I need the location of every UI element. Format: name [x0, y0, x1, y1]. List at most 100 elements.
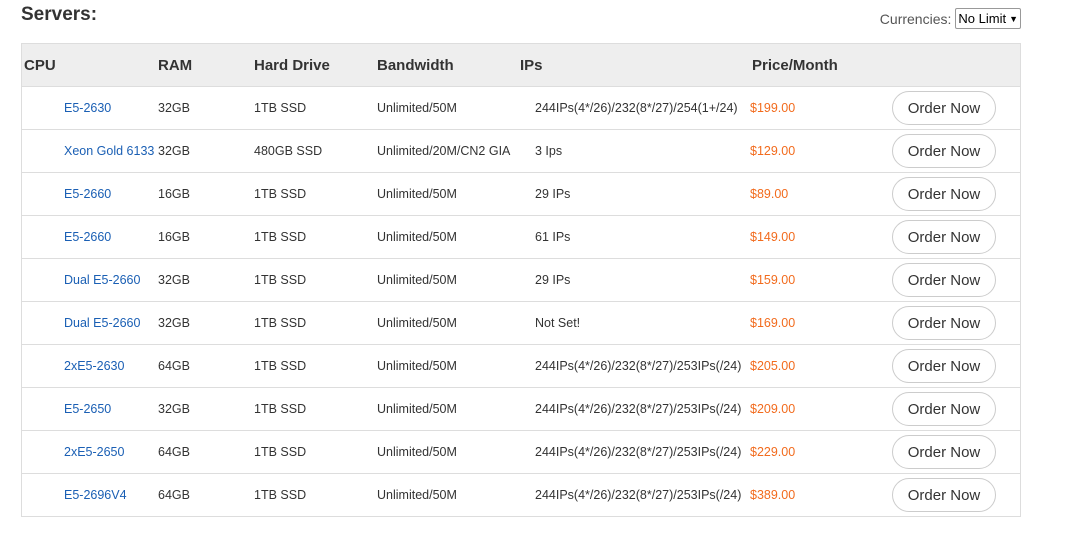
header-bandwidth: Bandwidth	[377, 56, 454, 74]
price-cell: $89.00	[750, 187, 892, 201]
cpu-link[interactable]: E5-2650	[64, 402, 111, 416]
ips-cell: 244IPs(4*/26)/232(8*/27)/253IPs(/24)	[520, 359, 750, 373]
hard-drive-cell-text: 1TB SSD	[254, 488, 307, 502]
bandwidth-cell: Unlimited/50M	[377, 316, 520, 330]
ram-cell: 16GB	[158, 187, 254, 201]
price-cell: $169.00	[750, 316, 892, 330]
order-cell: Order Now	[892, 435, 1020, 469]
price-value: $159.00	[750, 273, 796, 287]
hard-drive-cell: 1TB SSD	[254, 359, 377, 373]
ram-cell-text: 16GB	[158, 187, 190, 201]
cpu-link[interactable]: E5-2660	[64, 187, 111, 201]
bandwidth-cell-text: Unlimited/50M	[377, 273, 457, 287]
table-row: Xeon Gold 6133 32GB 480GB SSD Unlimited/20M…	[22, 129, 1020, 172]
price-cell: $159.00	[750, 273, 892, 287]
chevron-down-icon: ▼	[1009, 13, 1018, 24]
ips-cell: 244IPs(4*/26)/232(8*/27)/253IPs(/24)	[520, 445, 750, 459]
order-cell: Order Now	[892, 91, 1020, 125]
table-header: CPU RAM Hard Drive Bandwidth IPs Price/M…	[22, 44, 1020, 86]
order-now-button[interactable]: Order Now	[892, 306, 996, 340]
ram-cell: 32GB	[158, 144, 254, 158]
ram-cell: 64GB	[158, 445, 254, 459]
ram-cell: 64GB	[158, 359, 254, 373]
order-now-button[interactable]: Order Now	[892, 134, 996, 168]
hard-drive-cell: 1TB SSD	[254, 187, 377, 201]
cpu-cell: 2xE5-2630	[22, 359, 158, 373]
header-ram: RAM	[158, 56, 193, 74]
currency-selected-value: No Limit	[958, 11, 1007, 26]
ram-cell-text: 32GB	[158, 101, 190, 115]
ips-cell: 244IPs(4*/26)/232(8*/27)/254(1+/24)	[520, 101, 750, 115]
cpu-cell: E5-2660	[22, 230, 158, 244]
ram-cell-text: 64GB	[158, 359, 190, 373]
price-cell: $199.00	[750, 101, 892, 115]
cpu-link[interactable]: 2xE5-2650	[64, 445, 124, 459]
ips-cell-text: 244IPs(4*/26)/232(8*/27)/253IPs(/24)	[535, 359, 742, 373]
order-now-button[interactable]: Order Now	[892, 177, 996, 211]
hard-drive-cell-text: 1TB SSD	[254, 273, 307, 287]
table-body: E5-2630 32GB 1TB SSD Unlimited/50M 244IPs(4*…	[22, 86, 1020, 517]
currency-select[interactable]: No Limit ▼	[955, 8, 1021, 29]
price-value: $229.00	[750, 445, 796, 459]
order-cell: Order Now	[892, 177, 1020, 211]
cpu-link[interactable]: Dual E5-2660	[64, 273, 140, 287]
price-cell: $149.00	[750, 230, 892, 244]
hard-drive-cell-text: 1TB SSD	[254, 316, 307, 330]
ips-cell-text: Not Set!	[535, 316, 581, 330]
cpu-link[interactable]: E5-2660	[64, 230, 111, 244]
hard-drive-cell: 1TB SSD	[254, 316, 377, 330]
ips-cell-text: 244IPs(4*/26)/232(8*/27)/253IPs(/24)	[535, 402, 742, 416]
ips-cell: 29 IPs	[520, 273, 750, 287]
bandwidth-cell-text: Unlimited/50M	[377, 402, 457, 416]
order-cell: Order Now	[892, 220, 1020, 254]
price-cell: $229.00	[750, 445, 892, 459]
price-value: $89.00	[750, 187, 789, 201]
cpu-link[interactable]: E5-2630	[64, 101, 111, 115]
hard-drive-cell-text: 1TB SSD	[254, 445, 307, 459]
hard-drive-cell: 1TB SSD	[254, 402, 377, 416]
table-row: 2xE5-2630 64GB 1TB SSD Unlimited/50M 244IPs(…	[22, 344, 1020, 387]
cpu-link[interactable]: E5-2696V4	[64, 488, 127, 502]
cpu-cell: E5-2696V4	[22, 488, 158, 502]
order-now-button[interactable]: Order Now	[892, 392, 996, 426]
order-now-button[interactable]: Order Now	[892, 349, 996, 383]
order-now-button[interactable]: Order Now	[892, 91, 996, 125]
order-now-button[interactable]: Order Now	[892, 478, 996, 512]
ram-cell-text: 64GB	[158, 445, 190, 459]
ips-cell: 61 IPs	[520, 230, 750, 244]
header-cpu: CPU	[24, 56, 56, 74]
cpu-cell: Dual E5-2660	[22, 316, 158, 330]
price-cell: $129.00	[750, 144, 892, 158]
bandwidth-cell-text: Unlimited/50M	[377, 359, 457, 373]
bandwidth-cell: Unlimited/50M	[377, 359, 520, 373]
order-now-button[interactable]: Order Now	[892, 435, 996, 469]
cpu-cell: Dual E5-2660	[22, 273, 158, 287]
ram-cell-text: 32GB	[158, 402, 190, 416]
price-value: $129.00	[750, 144, 796, 158]
cpu-link[interactable]: Xeon Gold 6133	[64, 144, 154, 158]
hard-drive-cell: 480GB SSD	[254, 144, 377, 158]
cpu-link[interactable]: 2xE5-2630	[64, 359, 124, 373]
cpu-link[interactable]: Dual E5-2660	[64, 316, 140, 330]
hard-drive-cell-text: 1TB SSD	[254, 359, 307, 373]
hard-drive-cell: 1TB SSD	[254, 101, 377, 115]
price-cell: $389.00	[750, 488, 892, 502]
cpu-cell: Xeon Gold 6133	[22, 144, 158, 158]
ips-cell: 244IPs(4*/26)/232(8*/27)/253IPs(/24)	[520, 488, 750, 502]
hard-drive-cell-text: 1TB SSD	[254, 402, 307, 416]
order-cell: Order Now	[892, 478, 1020, 512]
bandwidth-cell-text: Unlimited/50M	[377, 488, 457, 502]
order-now-button[interactable]: Order Now	[892, 220, 996, 254]
hard-drive-cell-text: 1TB SSD	[254, 187, 307, 201]
price-cell: $205.00	[750, 359, 892, 373]
servers-table: CPU RAM Hard Drive Bandwidth IPs Price/M…	[21, 43, 1021, 517]
table-row: E5-2630 32GB 1TB SSD Unlimited/50M 244IPs(4*…	[22, 86, 1020, 129]
header-hard-drive: Hard Drive	[254, 56, 330, 74]
table-row: Dual E5-2660 32GB 1TB SSD Unlimited/50M Not …	[22, 301, 1020, 344]
ips-cell-text: 244IPs(4*/26)/232(8*/27)/253IPs(/24)	[535, 488, 742, 502]
bandwidth-cell-text: Unlimited/50M	[377, 316, 457, 330]
cpu-cell: E5-2660	[22, 187, 158, 201]
ram-cell-text: 64GB	[158, 488, 190, 502]
price-value: $199.00	[750, 101, 796, 115]
order-now-button[interactable]: Order Now	[892, 263, 996, 297]
